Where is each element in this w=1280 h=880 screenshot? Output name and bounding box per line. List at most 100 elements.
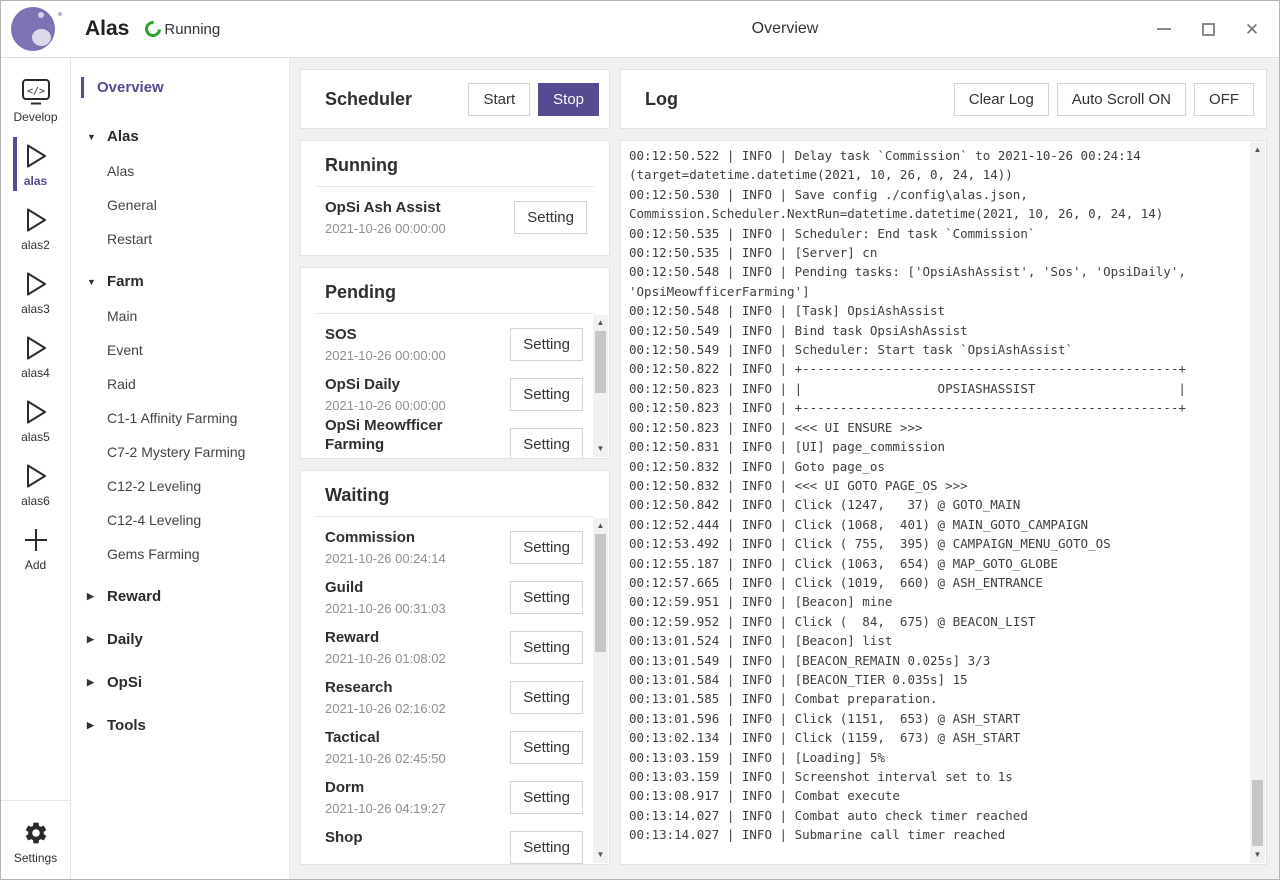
pending-title: Pending [315,282,595,314]
scroll-down-icon[interactable]: ▼ [593,442,608,456]
scroll-up-icon[interactable]: ▲ [593,519,608,533]
nav-group-label: Daily [107,631,143,648]
auto-scroll-on-button[interactable]: Auto Scroll ON [1057,83,1186,116]
running-title: Running [315,155,595,187]
task-name: OpSi Daily [325,375,480,395]
play-icon [23,397,49,427]
setting-button[interactable]: Setting [510,831,583,864]
rail-item-alas[interactable]: alas [13,132,57,196]
nav-item-main[interactable]: Main [71,299,289,333]
nav-group-header-reward[interactable]: ▶Reward [71,579,289,614]
main-area: </>Developalas alas2 alas3 alas4 alas5alas6 A… [1,58,1279,879]
task-next-run-time: 2021-10-26 00:24:14 [325,551,504,566]
nav-item-c12-4-leveling[interactable]: C12-4 Leveling [71,503,289,537]
nav-group-header-tools[interactable]: ▶Tools [71,708,289,743]
setting-button[interactable]: Setting [510,428,583,459]
log-line: 00:12:50.548 | INFO | [Task] OpsiAshAssi… [629,301,1242,320]
play-icon [23,141,49,171]
nav-item-overview[interactable]: Overview [71,76,289,99]
close-icon: ✕ [1245,21,1259,38]
nav-group-header-daily[interactable]: ▶Daily [71,622,289,657]
setting-button[interactable]: Setting [510,781,583,814]
setting-button[interactable]: Setting [510,731,583,764]
scroll-down-icon[interactable]: ▼ [1250,848,1265,862]
minimize-button[interactable] [1149,14,1179,44]
auto-scroll-off-button[interactable]: OFF [1194,83,1254,116]
task-row: Research2021-10-26 02:16:02Setting [301,672,609,722]
rail-item-alas4[interactable]: alas4 [13,324,57,388]
log-line: 'OpsiMeowfficerFarming'] [629,282,1242,301]
nav-item-c12-2-leveling[interactable]: C12-2 Leveling [71,469,289,503]
svg-text:</>: </> [26,86,44,97]
log-line: 00:12:55.187 | INFO | Click (1063, 654) … [629,554,1242,573]
setting-button[interactable]: Setting [510,328,583,361]
nav-item-event[interactable]: Event [71,333,289,367]
running-spinner-icon [142,18,165,41]
task-row: SOS2021-10-26 00:00:00Setting [301,319,609,369]
nav-item-c1-1-affinity-farming[interactable]: C1-1 Affinity Farming [71,401,289,435]
task-next-run-time: 2021-10-26 00:00:00 [325,221,508,236]
log-scroll-thumb[interactable] [1252,780,1263,846]
scroll-up-icon[interactable]: ▲ [593,316,608,330]
nav-group-daily: ▶Daily [71,622,289,657]
scroll-thumb[interactable] [595,534,606,652]
chevron-right-icon: ▶ [87,591,107,602]
nav-group-header-alas[interactable]: ▼Alas [71,119,289,154]
nav-item-raid[interactable]: Raid [71,367,289,401]
task-info: Commission2021-10-26 00:24:14 [325,528,510,566]
rail-item-label: alas4 [21,366,50,380]
nav-group-label: Farm [107,273,144,290]
nav-item-c7-2-mystery-farming[interactable]: C7-2 Mystery Farming [71,435,289,469]
rail-item-alas6[interactable]: alas6 [13,452,57,516]
rail-item-alas3[interactable]: alas3 [13,260,57,324]
setting-button[interactable]: Setting [514,201,587,234]
scrollbar[interactable]: ▲▼ [593,315,608,457]
log-line: (target=datetime.datetime(2021, 10, 26, … [629,165,1242,184]
scrollbar[interactable]: ▲▼ [593,518,608,863]
setting-button[interactable]: Setting [510,378,583,411]
setting-button[interactable]: Setting [510,681,583,714]
scroll-thumb[interactable] [595,331,606,393]
task-name: OpSi Meowfficer Farming [325,416,480,455]
start-button[interactable]: Start [468,83,530,116]
rail-item-alas2[interactable]: alas2 [13,196,57,260]
maximize-button[interactable] [1193,14,1223,44]
rail-item-settings[interactable]: Settings [1,809,70,873]
log-line: Commission.Scheduler.NextRun=datetime.da… [629,204,1242,223]
log-scrollbar[interactable]: ▲ ▼ [1250,142,1265,863]
scheduler-title: Scheduler [325,89,412,110]
scroll-up-icon[interactable]: ▲ [1250,143,1265,157]
nav-item-gems-farming[interactable]: Gems Farming [71,537,289,571]
task-info: Guild2021-10-26 00:31:03 [325,578,510,616]
task-row: ShopSetting [301,822,609,864]
log-line: 00:12:50.832 | INFO | Goto page_os [629,457,1242,476]
rail-item-alas5[interactable]: alas5 [13,388,57,452]
setting-button[interactable]: Setting [510,531,583,564]
log-line: 00:13:01.585 | INFO | Combat preparation… [629,689,1242,708]
nav-item-general[interactable]: General [71,188,289,222]
play-icon [23,205,49,235]
nav-item-alas[interactable]: Alas [71,154,289,188]
log-line: 00:12:50.842 | INFO | Click (1247, 37) @… [629,495,1242,514]
rail-item-add[interactable]: Add [13,516,57,580]
scheduler-status: Running [145,21,220,38]
task-name: Tactical [325,728,480,748]
log-line: 00:12:50.522 | INFO | Delay task `Commis… [629,146,1242,165]
play-icon [23,333,49,363]
log-line: 00:12:50.822 | INFO | +-----------------… [629,359,1242,378]
nav-item-restart[interactable]: Restart [71,222,289,256]
scroll-down-icon[interactable]: ▼ [593,848,608,862]
nav-group-header-opsi[interactable]: ▶OpSi [71,665,289,700]
rail-item-label: alas2 [21,238,50,252]
clear-log-button[interactable]: Clear Log [954,83,1049,116]
stop-button[interactable]: Stop [538,83,599,116]
rail-item-develop[interactable]: </>Develop [13,68,57,132]
rail-item-label: Add [25,558,46,572]
nav-group-header-farm[interactable]: ▼Farm [71,264,289,299]
close-button[interactable]: ✕ [1237,14,1267,44]
alas-logo-icon [11,7,55,51]
setting-button[interactable]: Setting [510,631,583,664]
minimize-icon [1157,28,1171,30]
setting-button[interactable]: Setting [510,581,583,614]
log-line: 00:13:03.159 | INFO | [Loading] 5% [629,748,1242,767]
